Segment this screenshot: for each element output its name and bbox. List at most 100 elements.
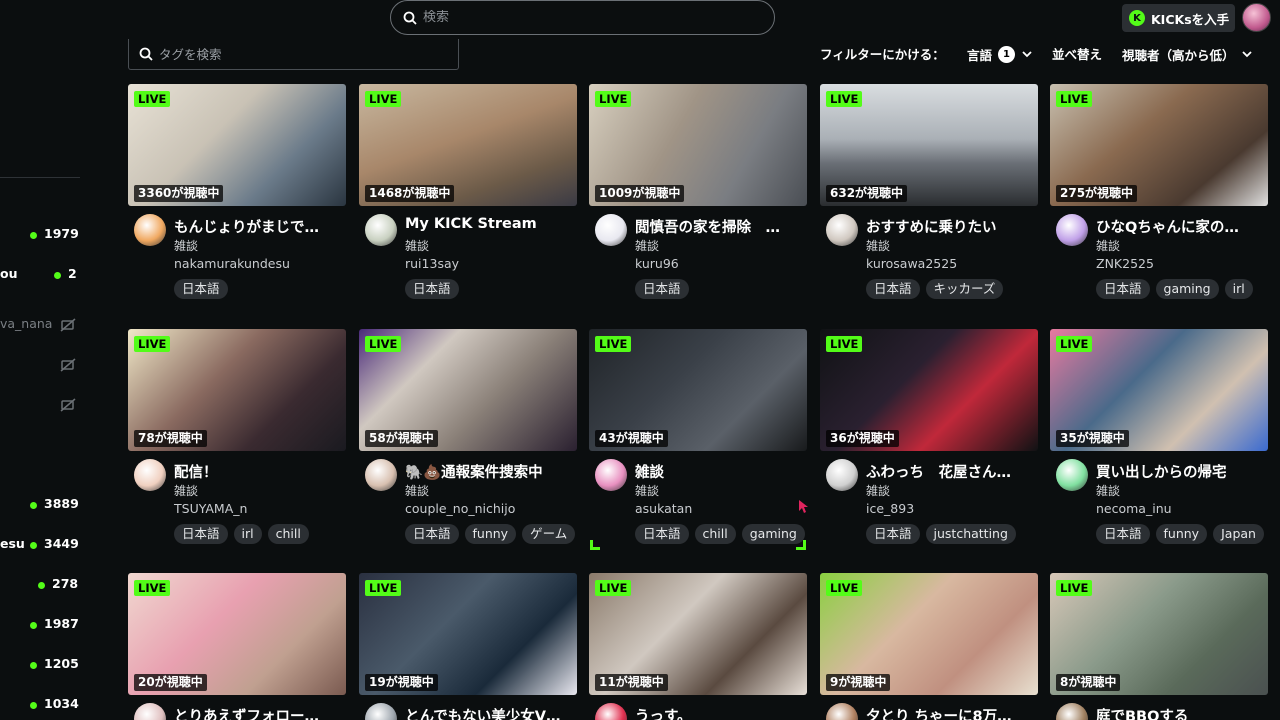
channel-avatar[interactable] — [826, 459, 858, 491]
stream-card[interactable]: LIVE 19が視聴中 とんでもない美少女V… — [359, 573, 577, 720]
stream-card[interactable]: LIVE 78が視聴中配信！ 雑談 TSUYAMA_n 日本語 irl chill — [128, 329, 346, 549]
sort-dropdown[interactable]: 視聴者（高から低） — [1122, 44, 1253, 64]
channel-username[interactable]: asukatan — [635, 501, 692, 516]
stream-category[interactable]: 雑談 — [405, 482, 429, 499]
stream-title[interactable]: うっす。 — [635, 705, 805, 720]
stream-title[interactable]: ひなQちゃんに家の… — [1096, 216, 1266, 237]
stream-card[interactable]: LIVE 58が視聴中 🐘💩通報案件捜索中 雑談 couple_no_nichijo 日本… — [359, 329, 577, 549]
channel-username[interactable]: TSUYAMA_n — [174, 501, 247, 516]
sidebar-channel-item[interactable]: 1979 — [0, 226, 82, 246]
channel-username[interactable]: couple_no_nichijo — [405, 501, 515, 516]
stream-title[interactable]: もんじょりがまじで… — [174, 216, 344, 237]
stream-title[interactable]: 夕とり ちゃーに8万… — [866, 705, 1036, 720]
channel-username[interactable]: ZNK2525 — [1096, 256, 1154, 271]
tag-chip[interactable]: chill — [694, 524, 736, 544]
stream-title[interactable]: とりあえずフォロー… — [174, 705, 344, 720]
get-kicks-button[interactable]: K KICKsを入手 — [1122, 4, 1235, 32]
stream-card[interactable]: LIVE 1009が視聴中閲慎吾の家を掃除 … 雑談 kuru96 日本語 — [589, 84, 807, 304]
stream-title[interactable]: 閲慎吾の家を掃除 … — [635, 216, 805, 237]
tag-search-input[interactable] — [159, 46, 439, 62]
stream-category[interactable]: 雑談 — [1096, 482, 1120, 499]
stream-card[interactable]: LIVE 43が視聴中 雑談 雑談 asukatan 日本語 chill gaming — [589, 329, 807, 549]
stream-card[interactable]: LIVE 1468が視聴中 My KICK Stream 雑談 rui13say 日本語 — [359, 84, 577, 304]
sidebar-channel-item[interactable]: 1205 — [0, 656, 82, 676]
tag-chip[interactable]: 日本語 — [1096, 524, 1150, 544]
stream-title[interactable]: ふわっち 花屋さん… — [866, 461, 1036, 482]
search-bar[interactable] — [390, 0, 775, 35]
stream-thumbnail[interactable]: LIVE 8が視聴中 — [1050, 573, 1268, 695]
sidebar-channel-item[interactable] — [0, 396, 82, 416]
stream-thumbnail[interactable]: LIVE 3360が視聴中 — [128, 84, 346, 206]
channel-avatar[interactable] — [595, 214, 627, 246]
channel-avatar[interactable] — [595, 459, 627, 491]
stream-thumbnail[interactable]: LIVE 1468が視聴中 — [359, 84, 577, 206]
stream-thumbnail[interactable]: LIVE 11が視聴中 — [589, 573, 807, 695]
stream-category[interactable]: 雑談 — [866, 237, 890, 254]
stream-category[interactable]: 雑談 — [635, 482, 659, 499]
sidebar-channel-item[interactable] — [0, 356, 82, 376]
tag-chip[interactable]: キッカーズ — [925, 279, 1004, 299]
channel-avatar[interactable] — [365, 459, 397, 491]
sidebar-channel-item[interactable]: 1987 — [0, 616, 82, 636]
stream-title[interactable]: My KICK Stream — [405, 216, 575, 232]
stream-thumbnail[interactable]: LIVE 78が視聴中 — [128, 329, 346, 451]
channel-avatar[interactable] — [365, 703, 397, 720]
stream-card[interactable]: LIVE 20が視聴中とりあえずフォロー… — [128, 573, 346, 720]
stream-thumbnail[interactable]: LIVE 20が視聴中 — [128, 573, 346, 695]
tag-chip[interactable]: 日本語 — [635, 279, 689, 299]
channel-avatar[interactable] — [826, 703, 858, 720]
stream-thumbnail[interactable]: LIVE 43が視聴中 — [589, 329, 807, 451]
stream-thumbnail[interactable]: LIVE 9が視聴中 — [820, 573, 1038, 695]
stream-card[interactable]: LIVE 275が視聴中 ひなQちゃんに家の… 雑談 ZNK2525 日本語 gaming i… — [1050, 84, 1268, 304]
channel-avatar[interactable] — [1056, 214, 1088, 246]
stream-thumbnail[interactable]: LIVE 35が視聴中 — [1050, 329, 1268, 451]
stream-thumbnail[interactable]: LIVE 36が視聴中 — [820, 329, 1038, 451]
stream-card[interactable]: LIVE 8が視聴中庭でBBQする — [1050, 573, 1268, 720]
channel-avatar[interactable] — [826, 214, 858, 246]
stream-category[interactable]: 雑談 — [1096, 237, 1120, 254]
channel-username[interactable]: necoma_inu — [1096, 501, 1172, 516]
tag-chip[interactable]: 日本語 — [866, 279, 920, 299]
stream-card[interactable]: LIVE 632が視聴中 おすすめに乗りたい 雑談 kurosawa2525 日本語 キッカ… — [820, 84, 1038, 304]
channel-username[interactable]: ice_893 — [866, 501, 914, 516]
sidebar-channel-item[interactable]: 3889 — [0, 496, 82, 516]
tag-search-bar[interactable] — [128, 39, 459, 70]
channel-avatar[interactable] — [595, 703, 627, 720]
channel-username[interactable]: kurosawa2525 — [866, 256, 957, 271]
tag-chip[interactable]: 日本語 — [174, 279, 228, 299]
tag-chip[interactable]: justchatting — [925, 524, 1016, 544]
channel-avatar[interactable] — [134, 703, 166, 720]
tag-chip[interactable]: 日本語 — [174, 524, 228, 544]
tag-chip[interactable]: 日本語 — [635, 524, 689, 544]
stream-category[interactable]: 雑談 — [405, 237, 429, 254]
tag-chip[interactable]: ゲーム — [522, 524, 576, 544]
tag-chip[interactable]: irl — [233, 524, 262, 544]
search-input[interactable] — [423, 10, 743, 25]
stream-thumbnail[interactable]: LIVE 1009が視聴中 — [589, 84, 807, 206]
stream-title[interactable]: 配信！ — [174, 461, 344, 482]
tag-chip[interactable]: 日本語 — [866, 524, 920, 544]
tag-chip[interactable]: funny — [464, 524, 517, 544]
user-avatar[interactable] — [1242, 3, 1271, 32]
stream-category[interactable]: 雑談 — [174, 237, 198, 254]
channel-avatar[interactable] — [1056, 459, 1088, 491]
stream-title[interactable]: 庭でBBQする — [1096, 705, 1266, 720]
language-filter-dropdown[interactable]: 言語 1 — [967, 44, 1033, 64]
stream-category[interactable]: 雑談 — [174, 482, 198, 499]
sidebar-channel-item[interactable]: esu 3449 — [0, 536, 82, 556]
stream-category[interactable]: 雑談 — [635, 237, 659, 254]
stream-title[interactable]: 雑談 — [635, 461, 805, 482]
tag-chip[interactable]: 日本語 — [405, 524, 459, 544]
tag-chip[interactable]: chill — [267, 524, 309, 544]
stream-thumbnail[interactable]: LIVE 275が視聴中 — [1050, 84, 1268, 206]
tag-chip[interactable]: gaming — [1155, 279, 1219, 299]
channel-avatar[interactable] — [134, 459, 166, 491]
stream-card[interactable]: LIVE 9が視聴中夕とり ちゃーに8万… — [820, 573, 1038, 720]
channel-username[interactable]: rui13say — [405, 256, 459, 271]
stream-title[interactable]: 買い出しからの帰宅 — [1096, 461, 1266, 482]
channel-username[interactable]: kuru96 — [635, 256, 679, 271]
stream-card[interactable]: LIVE 11が視聴中うっす。 — [589, 573, 807, 720]
stream-card[interactable]: LIVE 3360が視聴中 もんじょりがまじで… 雑談 nakamurakundesu 日… — [128, 84, 346, 304]
sidebar-channel-item[interactable]: va_nana — [0, 316, 82, 336]
tag-chip[interactable]: Japan — [1213, 524, 1264, 544]
